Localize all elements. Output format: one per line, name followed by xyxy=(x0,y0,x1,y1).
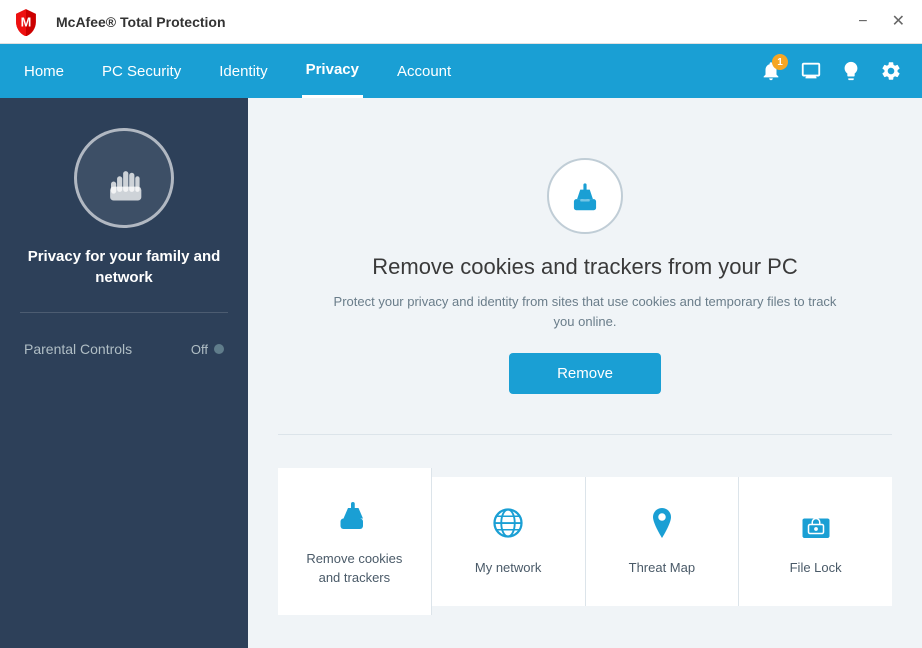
lightbulb-icon xyxy=(840,60,862,82)
nav-item-identity[interactable]: Identity xyxy=(215,44,271,98)
parental-controls-label: Parental Controls xyxy=(24,341,132,357)
nav-item-home[interactable]: Home xyxy=(20,44,68,98)
card-threat-label: Threat Map xyxy=(629,559,695,577)
title-bar: M McAfee® Total Protection − ✕ xyxy=(0,0,922,44)
nav-item-account[interactable]: Account xyxy=(393,44,455,98)
minimize-button[interactable]: − xyxy=(853,12,872,32)
hero-subtitle: Protect your privacy and identity from s… xyxy=(325,292,845,331)
card-threat-icon xyxy=(644,505,680,549)
hand-icon xyxy=(98,152,150,204)
hero-section: Remove cookies and trackers from your PC… xyxy=(278,128,892,424)
svg-text:M: M xyxy=(21,14,32,29)
card-filelock-icon xyxy=(798,505,834,549)
parental-controls-status-text: Off xyxy=(191,342,208,357)
card-my-network[interactable]: My network xyxy=(432,477,586,605)
content-area: Remove cookies and trackers from your PC… xyxy=(248,98,922,648)
monitor-button[interactable] xyxy=(800,60,822,82)
remove-button[interactable]: Remove xyxy=(509,353,661,394)
nav-bar: Home PC Security Identity Privacy Accoun… xyxy=(0,44,922,98)
lightbulb-button[interactable] xyxy=(840,60,862,82)
main-layout: Privacy for your family and network Pare… xyxy=(0,98,922,648)
app-logo: M McAfee® Total Protection xyxy=(12,8,226,36)
card-network-label: My network xyxy=(475,559,541,577)
card-remove-cookies[interactable]: Remove cookies and trackers xyxy=(278,468,432,614)
card-threat-map[interactable]: Threat Map xyxy=(586,477,740,605)
parental-controls-row[interactable]: Parental Controls Off xyxy=(20,333,228,365)
sidebar-divider xyxy=(20,312,228,313)
mcafee-shield-icon: M xyxy=(12,8,40,36)
card-cookies-icon xyxy=(336,496,372,540)
card-network-icon xyxy=(490,505,526,549)
sidebar-title: Privacy for your family and network xyxy=(20,246,228,288)
gear-icon xyxy=(880,60,902,82)
broom-icon xyxy=(566,177,604,215)
nav-icons: 1 xyxy=(760,60,902,82)
settings-button[interactable] xyxy=(880,60,902,82)
nav-item-privacy[interactable]: Privacy xyxy=(302,44,363,98)
window-controls: − ✕ xyxy=(853,12,910,32)
cards-area: Remove cookies and trackers My network xyxy=(278,434,892,648)
toggle-indicator xyxy=(214,344,224,354)
sidebar: Privacy for your family and network Pare… xyxy=(0,98,248,648)
nav-item-pc-security[interactable]: PC Security xyxy=(98,44,185,98)
card-filelock-label: File Lock xyxy=(790,559,842,577)
app-title: McAfee® Total Protection xyxy=(56,14,226,30)
close-button[interactable]: ✕ xyxy=(887,12,910,32)
notification-badge: 1 xyxy=(772,54,788,70)
card-cookies-label: Remove cookies and trackers xyxy=(294,550,415,586)
monitor-icon xyxy=(800,60,822,82)
nav-items: Home PC Security Identity Privacy Accoun… xyxy=(20,44,760,98)
sidebar-icon-circle xyxy=(74,128,174,228)
hero-title: Remove cookies and trackers from your PC xyxy=(372,254,798,280)
parental-controls-status: Off xyxy=(191,342,224,357)
card-file-lock[interactable]: File Lock xyxy=(739,477,892,605)
notification-button[interactable]: 1 xyxy=(760,60,782,82)
hero-icon-circle xyxy=(547,158,623,234)
